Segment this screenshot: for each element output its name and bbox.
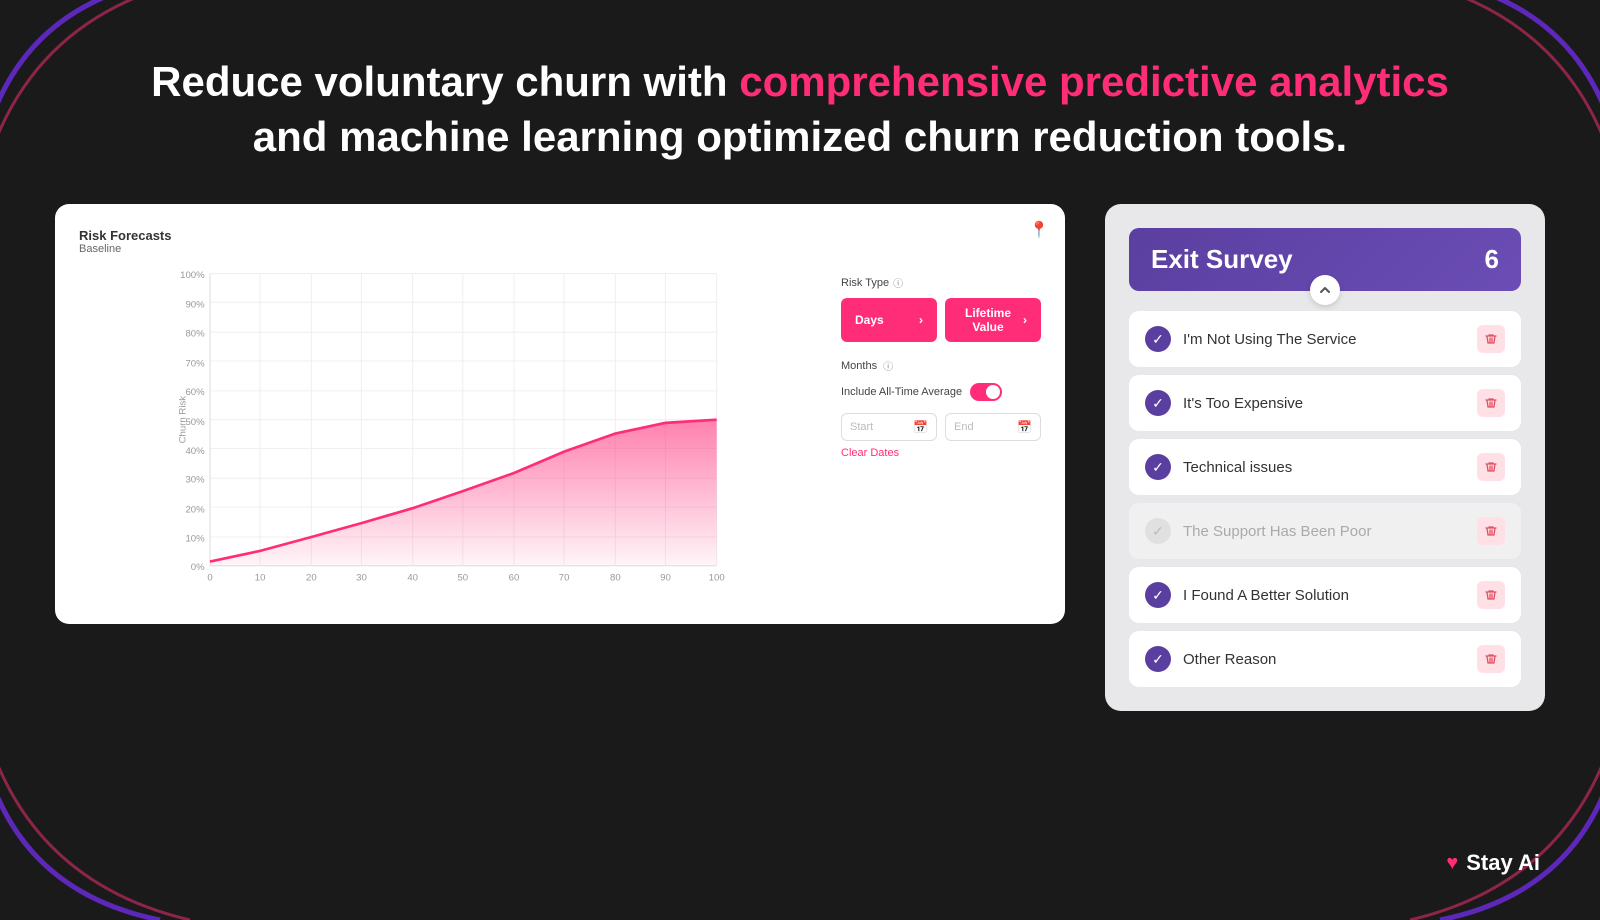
svg-text:80: 80 [610,573,621,584]
check-icon-3[interactable]: ✓ [1145,454,1171,480]
survey-panel: Exit Survey 6 ✓ I'm Not Using The Servic… [1105,204,1545,711]
svg-text:30%: 30% [185,475,205,486]
svg-text:20%: 20% [185,505,205,516]
survey-item-text-4: The Support Has Been Poor [1183,523,1465,540]
months-label-row: Months ⓘ [841,358,1041,373]
risk-type-buttons: Days › Lifetime Value › [841,298,1041,342]
days-button[interactable]: Days › [841,298,937,342]
chart-controls: Risk Type ⓘ Days › Lifetime Value › Mont… [841,265,1041,590]
delete-button-6[interactable] [1477,645,1505,673]
check-icon-6[interactable]: ✓ [1145,646,1171,672]
survey-title: Exit Survey [1151,244,1293,275]
survey-item: ✓ Technical issues [1129,439,1521,495]
risk-type-label: Risk Type ⓘ [841,275,1041,290]
survey-item-text-1: I'm Not Using The Service [1183,331,1465,348]
survey-count: 6 [1485,244,1499,275]
svg-text:40%: 40% [185,446,205,457]
lifetime-chevron-right: › [1023,313,1027,327]
pin-icon: 📍 [1029,220,1049,240]
lifetime-value-button[interactable]: Lifetime Value › [945,298,1041,342]
start-date-input[interactable]: Start 📅 [841,413,937,441]
svg-text:90: 90 [660,573,671,584]
chart-title: Risk Forecasts [79,228,1041,243]
include-avg-toggle[interactable] [970,383,1002,401]
delete-button-1[interactable] [1477,325,1505,353]
survey-item-text-6: Other Reason [1183,651,1465,668]
end-placeholder: End [954,421,974,433]
svg-text:10: 10 [255,573,266,584]
check-icon-5[interactable]: ✓ [1145,582,1171,608]
survey-item: ✓ Other Reason [1129,631,1521,687]
chart-svg: 100% 90% 80% 70% 60% 50% 40% 30% 20% 10%… [79,265,821,585]
logo: ♥ Stay Ai [1446,850,1540,876]
delete-button-3[interactable] [1477,453,1505,481]
svg-text:70%: 70% [185,359,205,370]
headline-part1: Reduce voluntary churn with [151,58,739,105]
delete-button-4[interactable] [1477,517,1505,545]
days-chevron-right: › [919,313,923,327]
check-icon-1[interactable]: ✓ [1145,326,1171,352]
survey-header: Exit Survey 6 [1129,228,1521,291]
svg-text:100%: 100% [180,270,205,281]
chart-subtitle: Baseline [79,243,1041,255]
svg-text:100: 100 [709,573,725,584]
delete-button-2[interactable] [1477,389,1505,417]
clear-dates-link[interactable]: Clear Dates [841,447,1041,459]
date-inputs: Start 📅 End 📅 [841,413,1041,441]
svg-text:90%: 90% [185,300,205,311]
delete-button-5[interactable] [1477,581,1505,609]
info-icon: ⓘ [893,275,903,290]
calendar-end-icon: 📅 [1017,420,1032,434]
svg-text:30: 30 [356,573,367,584]
headline-part2: and machine learning optimized churn red… [253,113,1347,160]
chart-body: 100% 90% 80% 70% 60% 50% 40% 30% 20% 10%… [79,265,1041,590]
svg-text:60: 60 [509,573,520,584]
svg-text:10%: 10% [185,533,205,544]
calendar-start-icon: 📅 [913,420,928,434]
svg-text:80%: 80% [185,329,205,340]
survey-item: ✓ It's Too Expensive [1129,375,1521,431]
end-date-input[interactable]: End 📅 [945,413,1041,441]
survey-item: ✓ I'm Not Using The Service [1129,311,1521,367]
headline-highlight: comprehensive predictive analytics [739,58,1449,105]
survey-item-text-2: It's Too Expensive [1183,395,1465,412]
svg-text:50: 50 [457,573,468,584]
content-area: Risk Forecasts Baseline 📍 100% 90% 80% 7… [0,204,1600,711]
months-info-icon: ⓘ [883,358,893,373]
chart-panel: Risk Forecasts Baseline 📍 100% 90% 80% 7… [55,204,1065,624]
check-icon-4[interactable]: ✓ [1145,518,1171,544]
start-placeholder: Start [850,421,873,433]
chart-header: Risk Forecasts Baseline [79,228,1041,255]
chart-area: 100% 90% 80% 70% 60% 50% 40% 30% 20% 10%… [79,265,821,590]
logo-heart-icon: ♥ [1446,852,1458,875]
survey-collapse-chevron[interactable] [1310,275,1340,305]
logo-text: Stay Ai [1466,850,1540,876]
survey-item: ✓ The Support Has Been Poor [1129,503,1521,559]
headline: Reduce voluntary churn with comprehensiv… [0,0,1600,204]
svg-text:0%: 0% [191,562,205,573]
include-avg-label: Include All-Time Average [841,386,962,398]
svg-text:70: 70 [559,573,570,584]
svg-text:0: 0 [207,573,212,584]
survey-item-text-5: I Found A Better Solution [1183,587,1465,604]
survey-items: ✓ I'm Not Using The Service ✓ It's Too E… [1129,311,1521,687]
svg-text:40: 40 [407,573,418,584]
survey-item: ✓ I Found A Better Solution [1129,567,1521,623]
svg-text:Churn Risk: Churn Risk [177,396,188,444]
svg-text:20: 20 [306,573,317,584]
survey-item-text-3: Technical issues [1183,459,1465,476]
check-icon-2[interactable]: ✓ [1145,390,1171,416]
